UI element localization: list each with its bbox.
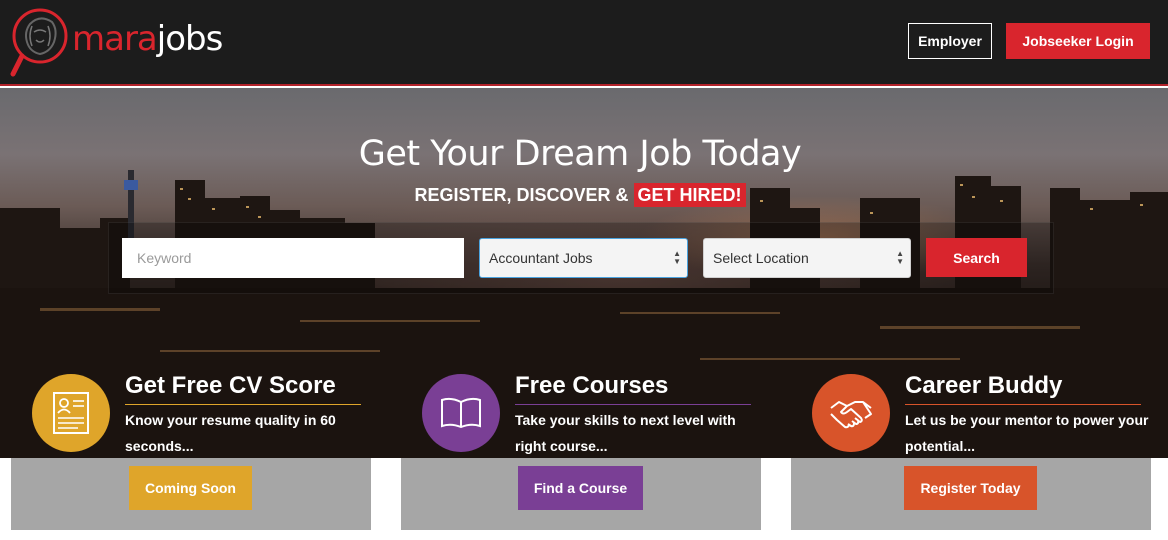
keyword-input[interactable] (122, 238, 464, 278)
career-buddy-title: Career Buddy (905, 372, 1063, 399)
hero-subtitle: REGISTER, DISCOVER & GET HIRED! (0, 183, 1160, 207)
marajobs-logo[interactable]: marajobs (10, 6, 223, 80)
resume-icon (53, 392, 89, 434)
location-select[interactable]: Select Location ▲ ▼ (703, 238, 911, 278)
coming-soon-button[interactable]: Coming Soon (129, 466, 252, 510)
job-category-select[interactable]: Accountant Jobs ▲ ▼ (479, 238, 688, 278)
lion-magnifier-icon (10, 8, 68, 77)
book-icon (441, 397, 481, 429)
hero-subtitle-prefix: REGISTER, DISCOVER & (414, 185, 629, 205)
courses-description: Take your skills to next level with righ… (515, 412, 736, 454)
cv-score-description: Know your resume quality in 60 seconds..… (125, 412, 336, 454)
jobseeker-login-button[interactable]: Jobseeker Login (1006, 23, 1150, 59)
hero-title: Get Your Dream Job Today (358, 134, 802, 174)
select-arrows-icon: ▲ ▼ (673, 249, 681, 266)
handshake-icon (830, 401, 872, 429)
find-course-button[interactable]: Find a Course (518, 466, 643, 510)
career-buddy-divider (905, 404, 1141, 405)
career-buddy-description: Let us be your mentor to power your pote… (905, 412, 1149, 454)
hero-subtitle-highlight: GET HIRED! (633, 183, 746, 207)
search-button[interactable]: Search (926, 238, 1027, 277)
logo-wordmark: marajobs (72, 19, 224, 59)
cv-score-title: Get Free CV Score (125, 372, 336, 399)
courses-title: Free Courses (515, 372, 669, 399)
location-value: Select Location (713, 250, 809, 266)
register-today-button[interactable]: Register Today (904, 466, 1037, 510)
logo-part-mara: mara (72, 19, 158, 59)
site-header: marajobs Employer Jobseeker Login (0, 0, 1168, 86)
logo-part-jobs: jobs (156, 19, 224, 59)
cv-score-divider (125, 404, 361, 405)
select-arrows-icon: ▲ ▼ (896, 249, 904, 266)
employer-button[interactable]: Employer (908, 23, 992, 59)
career-buddy-circle (812, 374, 890, 452)
courses-circle (422, 374, 500, 452)
courses-divider (515, 404, 751, 405)
job-category-value: Accountant Jobs (489, 250, 593, 266)
cv-score-circle (32, 374, 110, 452)
